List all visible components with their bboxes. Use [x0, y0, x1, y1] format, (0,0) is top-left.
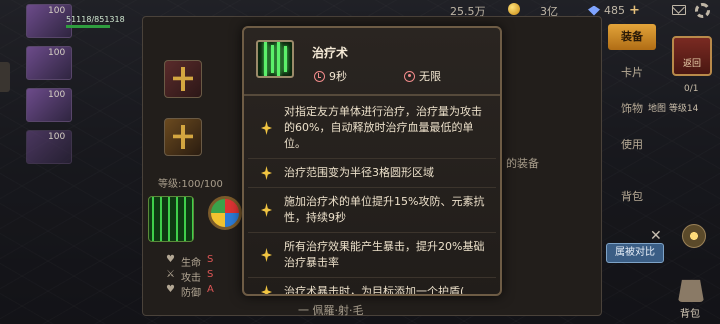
star-icon: [261, 121, 272, 135]
hero-level-label: 等级:100/100: [158, 179, 223, 190]
add-energy-button[interactable]: +: [629, 3, 640, 18]
skill-effect-text: 治疗术暴击时，为目标添加一个护盾(: [284, 285, 465, 296]
side-drawer-handle[interactable]: [0, 62, 10, 92]
shield-icon: ♥: [166, 284, 175, 295]
star-icon: [261, 203, 272, 217]
skill-effect: 施加治疗术的单位提升15%攻防、元素抗性，持续9秒: [248, 188, 496, 233]
element-wheel-icon[interactable]: [208, 196, 242, 230]
axe-icon: [173, 67, 193, 91]
tooltip-divider: [244, 94, 500, 96]
star-icon: [261, 285, 272, 294]
stat-label: 生命: [180, 258, 201, 269]
coin-resource: [508, 3, 520, 15]
armor-icon: [173, 125, 193, 149]
page-count: 0/1: [684, 84, 699, 94]
stat-attack: ⚔ 攻击 S: [166, 269, 213, 284]
skill-effect-text: 施加治疗术的单位提升15%攻防、元素抗性，持续9秒: [284, 195, 485, 224]
skill-slot-heal[interactable]: [148, 196, 194, 242]
gem-icon: [588, 5, 600, 16]
skill-tooltip: 治疗术 9秒 无限 对指定友方单体进行治疗，治疗量为攻击的60%，自动释放时治疗…: [242, 26, 502, 296]
skill-effect-text: 对指定友方单体进行治疗，治疗量为攻击的60%，自动释放时治疗血量最低的单位。: [284, 105, 482, 150]
skill-cooldown: 9秒: [314, 68, 347, 84]
skill-effect-text: 治疗范围变为半径3格圆形区域: [284, 166, 434, 179]
hp-bar: [66, 25, 110, 28]
equipment-slot-armor[interactable]: [164, 118, 202, 156]
stat-label: 防御: [180, 288, 201, 299]
hp-text: 51118/851318: [66, 15, 125, 24]
backpack-label: 背包: [680, 309, 700, 320]
star-icon: [261, 248, 272, 262]
tab-use[interactable]: 使用: [608, 132, 656, 158]
skill-effect-text: 所有治疗效果能产生暴击，提升20%基础治疗暴击率: [284, 240, 485, 269]
target-icon: [404, 70, 415, 82]
skill-effect: 治疗范围变为半径3格圆形区域: [248, 159, 496, 188]
mail-icon[interactable]: [672, 5, 686, 15]
map-level-label: 地图 等级14: [648, 104, 699, 114]
stat-defense: ♥ 防御 A: [166, 284, 214, 299]
tooltip-header: 治疗术 9秒 无限: [244, 28, 500, 94]
hero-name-footer: 一 佩羅·射·毛: [298, 304, 364, 317]
tab-card[interactable]: 卡片: [608, 60, 656, 86]
coin-icon: [508, 3, 520, 15]
clock-icon: [314, 70, 325, 82]
skill-name: 治疗术: [312, 46, 349, 60]
equipment-slot-weapon[interactable]: [164, 60, 202, 98]
compare-button[interactable]: 属被对比: [606, 243, 664, 263]
range-value: 无限: [419, 70, 441, 83]
skill-effects-list: 对指定友方单体进行治疗，治疗量为攻击的60%，自动释放时治疗血量最低的单位。 治…: [248, 98, 496, 296]
close-icon[interactable]: ✕: [650, 228, 662, 244]
party-member-level: 100: [48, 6, 66, 16]
lamp-icon[interactable]: [682, 224, 706, 248]
tab-backpack[interactable]: 背包: [608, 184, 656, 210]
energy-amount: 485: [604, 4, 625, 17]
stat-grade: S: [206, 254, 214, 265]
party-member-level: 100: [48, 90, 66, 100]
stat-label: 攻击: [180, 273, 201, 284]
gear-icon[interactable]: [695, 3, 710, 18]
skill-range: 无限: [404, 68, 441, 84]
equipment-hint: 的装备: [506, 157, 539, 170]
party-member-level: 100: [48, 132, 66, 142]
skill-effect: 所有治疗效果能产生暴击，提升20%基础治疗暴击率: [248, 233, 496, 278]
skill-effect: 对指定友方单体进行治疗，治疗量为攻击的60%，自动释放时治疗血量最低的单位。: [248, 98, 496, 159]
stat-grade: S: [206, 269, 214, 280]
sword-icon: ⚔: [166, 269, 175, 280]
stat-hp: ♥ 生命 S: [166, 254, 213, 269]
heal-skill-icon: [256, 40, 294, 78]
star-icon: [261, 166, 272, 180]
heart-icon: ♥: [166, 254, 175, 265]
stat-grade: A: [206, 284, 214, 295]
tab-equip[interactable]: 装备: [608, 24, 656, 50]
cooldown-value: 9秒: [329, 70, 347, 83]
party-member-level: 100: [48, 48, 66, 58]
skill-effect: 治疗术暴击时，为目标添加一个护盾(: [248, 278, 496, 296]
back-button[interactable]: 返回: [672, 36, 712, 76]
